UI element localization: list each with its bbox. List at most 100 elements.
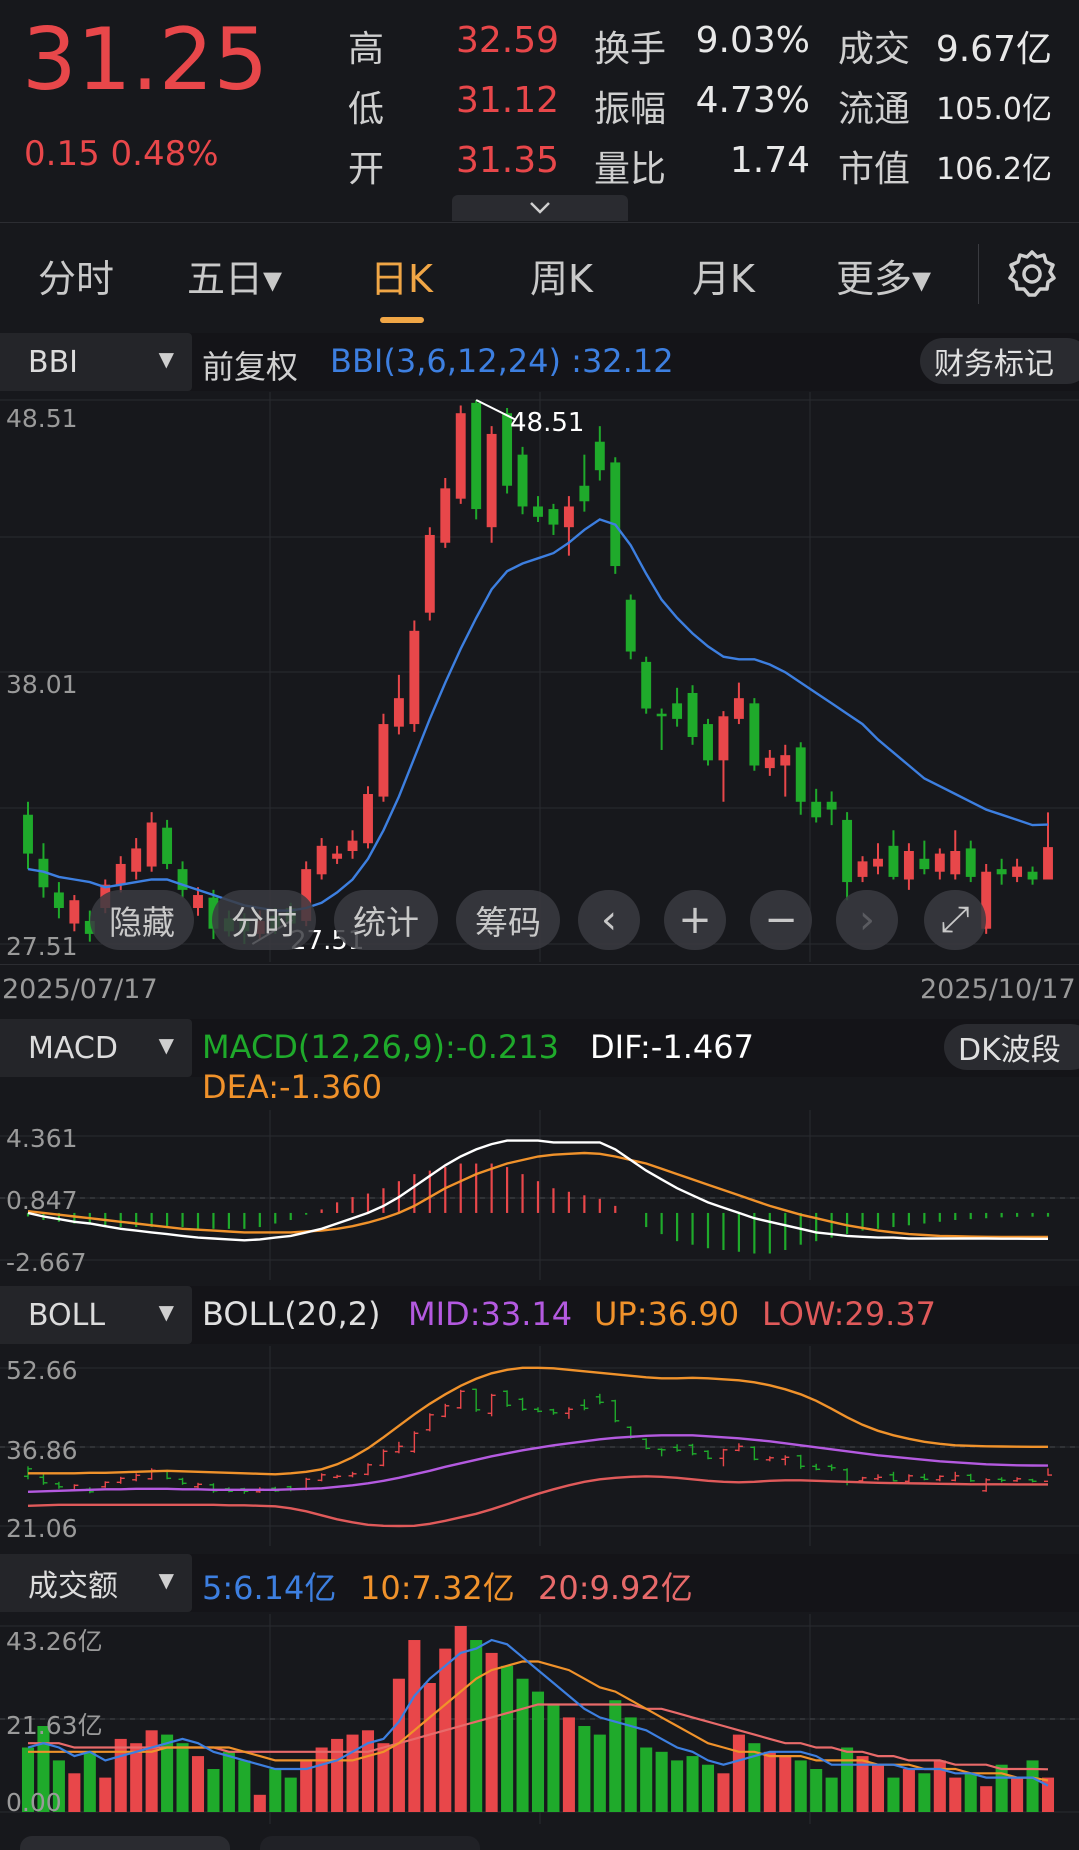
candle-body	[115, 863, 126, 885]
float-value: 105.0亿	[936, 92, 1052, 127]
hide-button[interactable]: 隐藏	[90, 890, 194, 950]
main-indicator-selector[interactable]: BBI ▼	[0, 333, 192, 391]
stats-button[interactable]: 统计	[334, 890, 438, 950]
boll-y-top: 52.66	[6, 1356, 78, 1385]
candle-body	[950, 851, 961, 875]
candle-body	[687, 692, 698, 738]
candle-body	[857, 861, 868, 877]
scroll-left-button[interactable]: ‹	[578, 890, 640, 950]
volume-bar	[980, 1786, 993, 1812]
amplitude-label: 振幅	[594, 89, 667, 130]
volume-bar	[284, 1777, 297, 1812]
volume-bar	[732, 1734, 745, 1812]
intraday-button[interactable]: 分时	[212, 890, 316, 950]
candle-body	[733, 698, 744, 719]
volume-bar	[114, 1738, 127, 1812]
volume-bar	[191, 1756, 205, 1812]
candle-body	[471, 402, 482, 510]
candle-body	[672, 703, 683, 719]
candle-body	[486, 433, 497, 528]
minus-icon: −	[764, 897, 798, 943]
volume-bar	[701, 1764, 715, 1812]
dropdown-triangle-icon: ▼	[158, 1300, 174, 1324]
expand-quote-button[interactable]	[452, 195, 628, 221]
volume-bar	[949, 1777, 962, 1812]
chips-button[interactable]: 筹码	[456, 890, 560, 950]
candle-body	[347, 840, 358, 852]
volume-bar	[269, 1769, 282, 1812]
scroll-right-button[interactable]: ›	[836, 890, 898, 950]
tab-more[interactable]: 更多▾	[836, 248, 931, 303]
boll-indicator-selector[interactable]: BOLL ▼	[0, 1286, 192, 1344]
bottom-toolbar-button[interactable]	[20, 1836, 230, 1850]
candle-body	[996, 869, 1007, 875]
candle-body	[69, 900, 80, 924]
boll-mid: MID:33.14	[408, 1295, 573, 1333]
volume-bar	[315, 1747, 328, 1812]
candle-body	[934, 853, 945, 872]
volume-bar	[485, 1652, 498, 1812]
volume-bar	[83, 1751, 96, 1812]
y-axis-mid-label: 38.01	[6, 670, 78, 699]
zoom-out-button[interactable]: −	[750, 890, 812, 950]
volume-bar	[145, 1730, 158, 1812]
last-price: 31.25	[22, 10, 269, 110]
settings-button[interactable]	[1006, 248, 1058, 304]
price-change: 0.15 0.48%	[24, 134, 219, 174]
boll-lower-line	[27, 1475, 1048, 1528]
volume-bar	[779, 1756, 792, 1812]
volume-y-top: 43.26亿	[6, 1627, 103, 1656]
volume-ma10: 10:7.32亿	[360, 1569, 515, 1607]
macd-y-mid: 0.847	[6, 1186, 78, 1215]
tab-daily-k[interactable]: 日K	[370, 248, 433, 303]
fullscreen-button[interactable]: ⤢	[924, 890, 986, 950]
bottom-toolbar-button[interactable]	[260, 1836, 480, 1850]
candle-body	[440, 488, 451, 543]
candle-body	[795, 747, 806, 802]
volume-bar	[902, 1769, 915, 1812]
volume-bar	[609, 1700, 622, 1812]
y-axis-bottom-label: 27.51	[6, 932, 78, 961]
volume-bar	[578, 1726, 591, 1812]
mcap-value: 106.2亿	[936, 152, 1052, 187]
volume-bar	[238, 1760, 251, 1812]
volume-y-mid: 21.63亿	[6, 1711, 103, 1740]
tab-monthly-k[interactable]: 月K	[692, 248, 755, 303]
volume-indicator-selector[interactable]: 成交额 ▼	[0, 1554, 192, 1612]
volume-bar	[547, 1704, 560, 1812]
volume-bar	[871, 1764, 885, 1812]
volume-bar	[99, 1777, 112, 1812]
boll-formula: BOLL(20,2)	[202, 1295, 381, 1333]
candle-body	[579, 485, 590, 502]
candle-body	[873, 858, 883, 867]
boll-up: UP:36.90	[594, 1295, 740, 1333]
candlestick-chart[interactable]	[0, 392, 1079, 962]
macd-indicator-selector[interactable]: MACD ▼	[0, 1019, 192, 1077]
volume-ma5: 5:6.14亿	[202, 1569, 337, 1607]
volume-bar	[717, 1773, 730, 1812]
adjust-mode[interactable]: 前复权	[202, 342, 298, 388]
candle-body	[131, 848, 142, 872]
volume-bar	[253, 1794, 266, 1812]
volume-bar	[918, 1773, 931, 1812]
tab-intraday[interactable]: 分时	[38, 248, 114, 303]
high-value: 32.59	[456, 20, 560, 61]
candle-body	[610, 462, 621, 567]
volume-bar	[810, 1769, 823, 1812]
boll-low: LOW:29.37	[762, 1295, 937, 1333]
candle-body	[455, 413, 466, 499]
zoom-in-button[interactable]: +	[664, 890, 726, 950]
candle-body	[703, 724, 713, 761]
candle-body	[162, 827, 173, 864]
tab-five-day[interactable]: 五日▾	[187, 248, 282, 303]
financial-mark-button[interactable]: 财务标记	[920, 338, 1079, 384]
tab-weekly-k[interactable]: 周K	[530, 248, 593, 303]
volume-ma20: 20:9.92亿	[538, 1569, 693, 1607]
plus-icon: +	[678, 897, 712, 943]
volratio-label: 量比	[594, 149, 667, 190]
boll-chart	[0, 1346, 1079, 1546]
date-end-label: 2025/10/17	[920, 974, 1076, 1005]
volume-bar	[531, 1691, 545, 1812]
divider	[0, 222, 1079, 223]
dk-band-button[interactable]: DK波段	[944, 1024, 1079, 1070]
